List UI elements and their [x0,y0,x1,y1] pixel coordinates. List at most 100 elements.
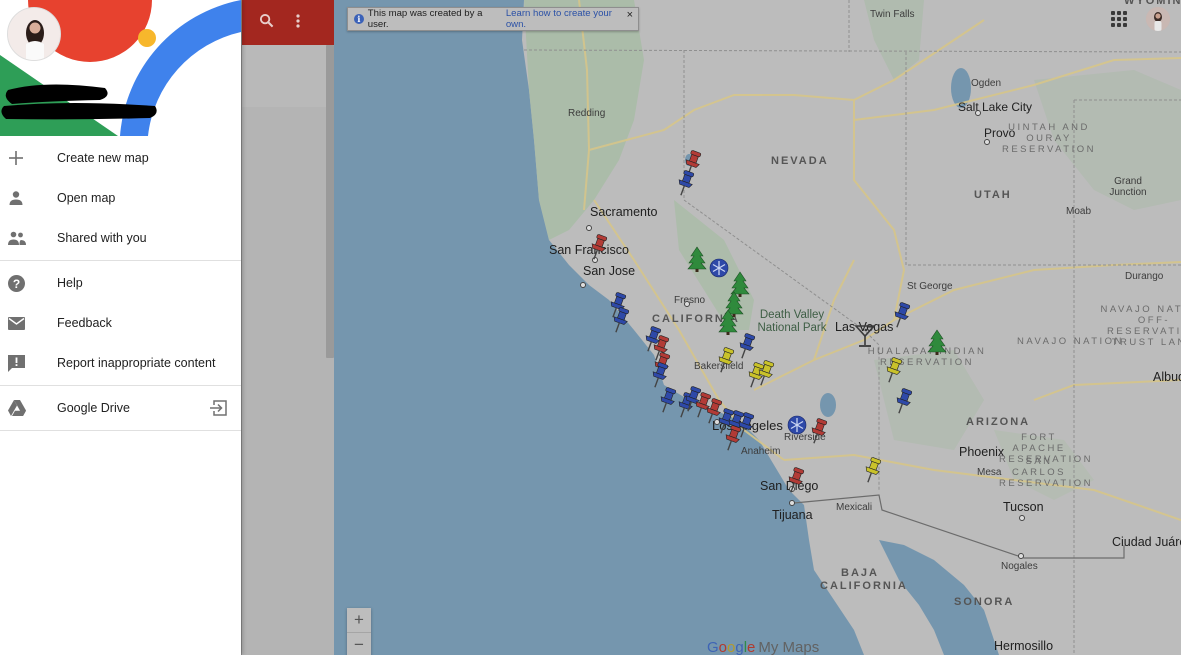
notice-text: This map was created by a user. [367,8,483,30]
city-label: Redding [568,108,606,119]
city-label: Ciudad Juárez [1112,535,1181,549]
city-label: Anaheim [741,446,781,457]
my-maps-app: Twin Falls Redding Ogden Salt Lake City … [0,0,1181,655]
help-icon: ? [0,274,57,292]
city-label: Sacramento [590,205,658,219]
mail-icon [0,316,57,330]
people-icon [0,231,57,245]
pushpin-marker[interactable] [714,347,736,375]
menu-google-drive[interactable]: Google Drive [0,388,241,428]
menu-shared-with-you[interactable]: Shared with you [0,218,241,258]
map-canvas[interactable]: Twin Falls Redding Ogden Salt Lake City … [334,0,1181,655]
google-drive-icon [0,400,57,416]
state-label: BAJA CALIFORNIA [820,567,908,592]
city-label: Nogales [1001,561,1038,572]
city-label: San Jose [583,264,636,278]
city-label: Albuquerque [1153,370,1181,384]
pushpin-marker[interactable] [609,307,631,335]
close-icon[interactable]: × [627,9,633,21]
pushpin-marker[interactable] [734,412,756,440]
menu-label: Help [57,276,83,290]
snowflake-marker[interactable] [786,412,808,440]
city-label: Tucson [1003,500,1044,514]
navigation-drawer: Create new map Open map Shared with you … [0,0,241,655]
city-label: Mexicali [836,502,873,513]
tree-marker[interactable] [717,308,739,336]
user-avatar[interactable] [7,7,61,61]
city-label: St George [907,281,953,292]
menu-open-map[interactable]: Open map [0,178,241,218]
menu-help[interactable]: ? Help [0,263,241,303]
city-label: Twin Falls [870,9,915,20]
menu-feedback[interactable]: Feedback [0,303,241,343]
logo-letter: g [735,639,744,655]
snowflake-marker[interactable] [708,255,730,283]
logo-product: My Maps [758,639,820,655]
logo-letter: e [747,639,756,655]
svg-text:?: ? [13,277,20,291]
state-label: UTAH [974,189,1012,201]
city-label: Grand Junction [1109,176,1147,198]
user-map-notice: i This map was created by a user. Learn … [347,7,639,31]
tree-marker[interactable] [686,245,708,273]
menu-label: Feedback [57,316,112,330]
city-label: Ogden [971,78,1002,89]
pushpin-marker[interactable] [784,467,806,495]
city-dot [580,282,586,288]
pushpin-marker[interactable] [892,388,914,416]
tree-marker[interactable] [926,328,948,356]
zoom-in-button[interactable]: + [347,608,371,632]
menu-divider [0,430,241,431]
menu-group-drive: Google Drive [0,386,241,430]
menu-report-content[interactable]: Report inappropriate content [0,343,241,383]
city-dot [586,225,592,231]
reservation-label: SAN CARLOS RESERVATION [999,456,1094,489]
pushpin-marker[interactable] [648,362,670,390]
state-label: WYOMING [1124,0,1181,7]
pushpin-marker[interactable] [861,457,883,485]
map-legend-panel [241,0,334,655]
state-label: SONORA [954,596,1015,608]
open-in-icon[interactable] [210,400,227,421]
menu-label: Create new map [57,151,149,165]
cocktail-marker[interactable] [854,322,876,350]
pushpin-marker[interactable] [587,234,609,262]
city-label: Durango [1125,271,1164,282]
menu-label: Shared with you [57,231,147,245]
menu-label: Google Drive [57,401,130,415]
pushpin-marker[interactable] [890,302,912,330]
search-icon[interactable] [259,13,274,32]
city-dot [1018,553,1024,559]
legend-title-area [242,45,326,107]
zoom-out-button[interactable]: − [347,632,371,655]
drawer-header [0,0,241,136]
state-label: ARIZONA [966,416,1031,428]
pushpin-marker[interactable] [735,333,757,361]
city-dot [684,301,690,307]
menu-create-new-map[interactable]: Create new map [0,138,241,178]
person-icon [0,190,57,206]
city-dot [1019,515,1025,521]
city-label: Salt Lake City [958,100,1033,114]
logo-letter: o [718,639,728,655]
park-label: Death Valley National Park [757,309,827,334]
city-label: Mesa [977,467,1002,478]
pushpin-marker[interactable] [807,418,829,446]
account-avatar[interactable] [1146,7,1170,31]
pushpin-marker[interactable] [882,357,904,385]
more-vert-icon[interactable] [296,13,300,32]
legend-scrollbar[interactable] [326,45,334,358]
city-dot [984,139,990,145]
menu-label: Report inappropriate content [57,356,216,370]
pushpin-marker[interactable] [674,170,696,198]
menu-group-maps: Create new map Open map Shared with you [0,136,241,260]
learn-create-link[interactable]: Learn how to create your own. [506,8,632,30]
city-label: Tijuana [772,508,813,522]
zoom-controls: + − [347,608,371,655]
city-label: Phoenix [959,445,1005,459]
menu-label: Open map [57,191,116,205]
pushpin-marker[interactable] [754,360,776,388]
legend-header [242,0,334,45]
apps-grid-icon[interactable] [1111,11,1127,27]
logo-letter: G [707,639,719,655]
